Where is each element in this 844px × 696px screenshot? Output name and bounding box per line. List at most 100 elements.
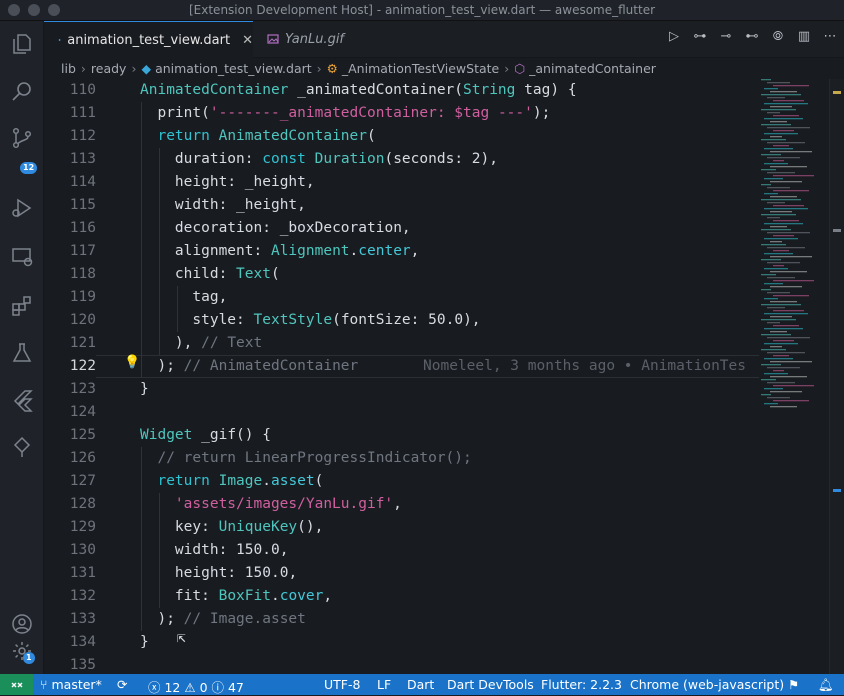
breadcrumb-item[interactable]: _animatedContainer [529, 61, 656, 76]
info-count: 47 [227, 680, 244, 695]
minimap-line [767, 322, 780, 324]
code-line[interactable]: 115 width: _height, [44, 194, 759, 217]
code-text: decoration: _boxDecoration, [174, 220, 411, 236]
settings-gear-icon[interactable] [0, 631, 43, 671]
branch-indicator[interactable]: ⑂ master* [40, 677, 102, 692]
minimap-line [767, 187, 790, 189]
hot-reload-icon[interactable]: ⊷ [744, 28, 760, 44]
minimap[interactable] [759, 79, 829, 674]
code-text: width: _height, [174, 197, 306, 213]
code-text: return AnimatedContainer( [157, 128, 376, 144]
language-mode[interactable]: Dart [407, 677, 434, 692]
code-line[interactable]: 130 width: 150.0, [44, 539, 759, 562]
code-text: tag, [192, 289, 228, 305]
breadcrumb-item[interactable]: animation_test_view.dart [155, 61, 312, 76]
code-line[interactable]: 132 fit: BoxFit.cover, [44, 585, 759, 608]
notifications-bell-icon[interactable]: 🔔︎ [818, 677, 834, 693]
step-over-icon[interactable]: ⊸ [718, 28, 734, 44]
code-editor[interactable]: 110 AnimatedContainer _animatedContainer(… [44, 79, 759, 674]
remote-indicator[interactable] [0, 674, 33, 695]
search-icon[interactable] [0, 72, 43, 112]
minimap-line [770, 106, 792, 108]
remote-explorer-icon[interactable] [0, 237, 43, 277]
code-line[interactable]: 112 return AnimatedContainer( [44, 125, 759, 148]
code-line[interactable]: 125 Widget _gif() { [44, 424, 759, 447]
minimap-line [767, 82, 790, 84]
code-line[interactable]: 110 AnimatedContainer _animatedContainer(… [44, 79, 759, 102]
breadcrumb-item[interactable]: _AnimationTestViewState [342, 61, 499, 76]
code-line[interactable]: 121 ), // Text [44, 332, 759, 355]
code-line[interactable]: 133 ); // Image.asset [44, 608, 759, 631]
device-selector[interactable]: Chrome (web-javascript) [630, 677, 784, 692]
source-control-icon[interactable] [0, 118, 43, 158]
tree-icon[interactable] [0, 427, 43, 467]
code-text: width: 150.0, [174, 542, 289, 558]
code-line[interactable]: 111 print('-------_animatedContainer: $t… [44, 102, 759, 125]
minimap-line [767, 292, 790, 294]
minimap-line [770, 136, 782, 138]
minimap-line [764, 253, 793, 255]
code-line[interactable]: 114 height: _height, [44, 171, 759, 194]
end-of-line[interactable]: LF [377, 677, 391, 692]
code-line[interactable]: 119 tag, [44, 286, 759, 309]
explorer-icon[interactable] [0, 24, 43, 64]
code-line[interactable]: 118 child: Text( [44, 263, 759, 286]
code-line[interactable]: 117 alignment: Alignment.center, [44, 240, 759, 263]
code-text: AnimatedContainer _animatedContainer(Str… [140, 82, 577, 98]
flutter-version[interactable]: Flutter: 2.2.3 [541, 677, 622, 692]
run-debug-icon[interactable] [0, 188, 43, 228]
title-bar: [Extension Development Host] - animation… [0, 0, 844, 21]
feedback-icon[interactable]: ⚑ [788, 677, 799, 692]
code-line[interactable]: 120 style: TextStyle(fontSize: 50.0), [44, 309, 759, 332]
code-text: height: 150.0, [174, 565, 298, 581]
line-number: 125 [69, 427, 96, 443]
code-line[interactable]: 129 key: UniqueKey(), [44, 516, 759, 539]
run-icon[interactable]: ▷ [666, 28, 682, 44]
tab-animation-test-view[interactable]: animation_test_view.dart ✕ [44, 21, 253, 58]
image-file-icon [267, 34, 279, 44]
dart-file-icon [58, 38, 61, 42]
code-line[interactable]: 127 return Image.asset( [44, 470, 759, 493]
code-line[interactable]: 135 [44, 654, 759, 674]
minimap-line [773, 190, 809, 192]
code-line[interactable]: 134} [44, 631, 759, 654]
extensions-icon[interactable] [0, 286, 43, 326]
breadcrumb-item[interactable]: ready [91, 61, 127, 76]
line-number: 112 [69, 128, 96, 144]
timeline-icon[interactable]: ⦾ [770, 28, 786, 44]
debug-step-icon[interactable]: ⊶ [692, 28, 708, 44]
minimap-line [767, 352, 805, 354]
close-tab-icon[interactable]: ✕ [242, 33, 253, 48]
code-line[interactable]: 131 height: 150.0, [44, 562, 759, 585]
code-line[interactable]: 126 // return LinearProgressIndicator(); [44, 447, 759, 470]
encoding[interactable]: UTF-8 [324, 677, 360, 692]
window-title: [Extension Development Host] - animation… [188, 3, 656, 17]
split-editor-icon[interactable]: ▥ [796, 28, 812, 44]
line-number: 130 [69, 542, 96, 558]
minimap-line [770, 391, 802, 393]
breadcrumb-item[interactable]: lib [61, 61, 76, 76]
code-line[interactable]: 113 duration: const Duration(seconds: 2)… [44, 148, 759, 171]
minimap-line [773, 370, 784, 372]
code-line[interactable]: 128 'assets/images/YanLu.gif', [44, 493, 759, 516]
minimap-line [761, 109, 796, 111]
problems-indicator[interactable]: ⓧ 12 ⚠ 0 ⓘ 47 [148, 677, 244, 696]
minimap-line [761, 244, 786, 246]
minimap-line [773, 265, 784, 267]
sync-icon[interactable]: ⟳ [117, 677, 127, 692]
vertical-scrollbar[interactable] [829, 79, 844, 674]
code-line[interactable]: 116 decoration: _boxDecoration, [44, 217, 759, 240]
more-actions-icon[interactable]: ⋯ [822, 28, 838, 44]
flutter-icon[interactable] [0, 380, 43, 420]
dart-devtools[interactable]: Dart DevTools [447, 677, 534, 692]
code-text: print('-------_animatedContainer: $tag -… [157, 105, 551, 121]
minimap-line [770, 196, 797, 198]
minimap-line [770, 121, 787, 123]
testing-icon[interactable] [0, 333, 43, 373]
code-line[interactable]: 124 [44, 401, 759, 424]
line-number: 131 [69, 565, 96, 581]
code-line[interactable]: 123} [44, 378, 759, 401]
minimap-line [773, 175, 814, 177]
lightbulb-icon[interactable]: 💡 [124, 355, 140, 370]
tab-yanlu-gif[interactable]: YanLu.gif [253, 21, 373, 57]
